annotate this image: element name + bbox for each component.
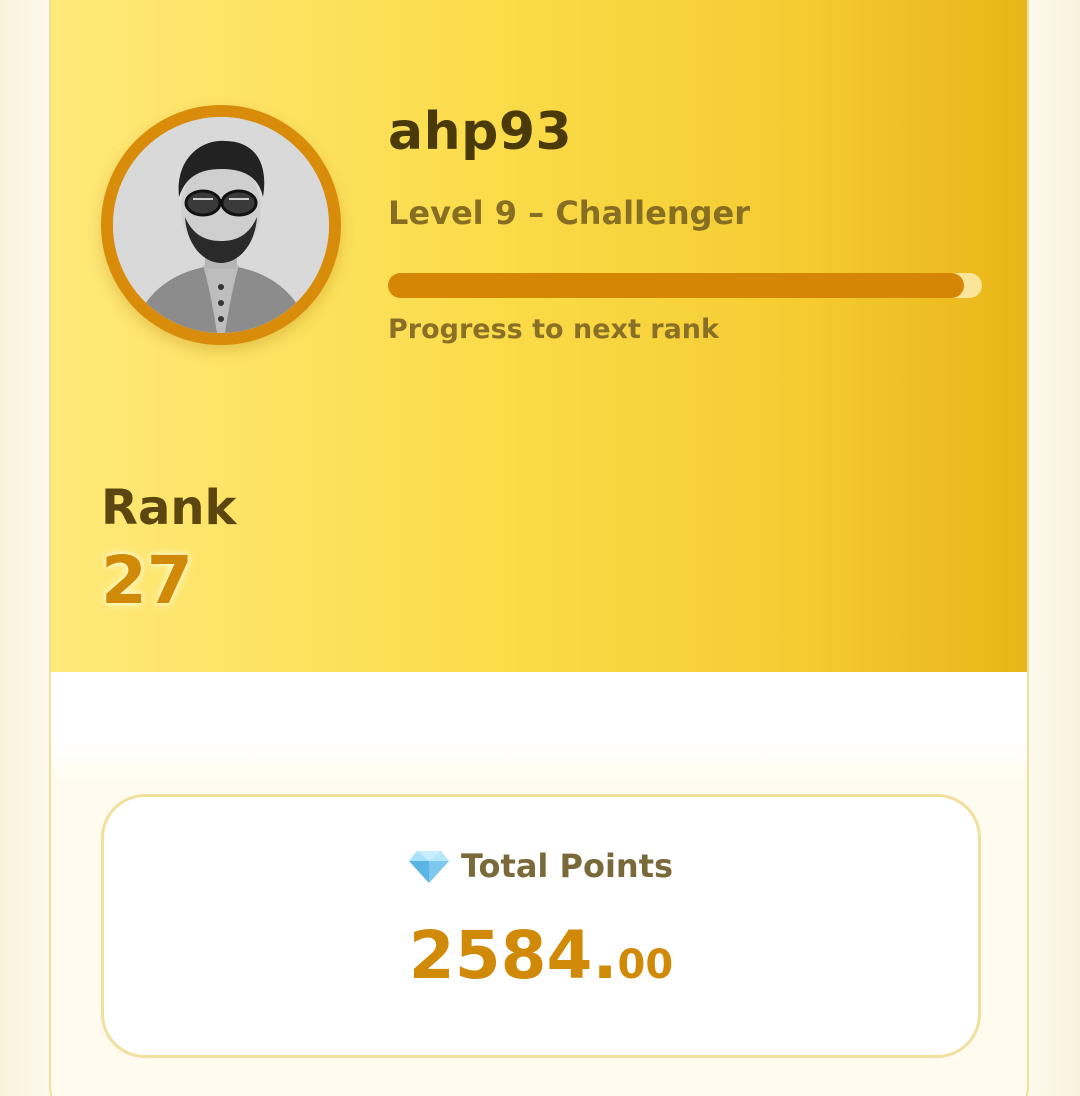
points-title-row: Total Points [104,847,978,885]
page: ahp93 Level 9 – Challenger Progress to n… [0,0,1080,1096]
total-points-card[interactable]: Total Points 2584.00 [101,794,981,1058]
rank-label: Rank [101,480,237,536]
avatar [113,117,329,333]
profile-card: ahp93 Level 9 – Challenger Progress to n… [49,0,1029,1096]
points-title: Total Points [460,847,674,885]
points-decimal: 00 [617,942,674,988]
points-value: 2584.00 [104,917,978,994]
points-integer: 2584. [408,917,618,994]
rank-progress-fill [388,273,965,298]
rank-value: 27 [101,542,193,619]
rank-progress-bar [388,273,982,298]
level-title: Level 9 – Challenger [388,194,750,232]
progress-label: Progress to next rank [388,314,719,345]
gem-icon [408,849,449,883]
profile-header: ahp93 Level 9 – Challenger Progress to n… [51,0,1027,672]
username: ahp93 [388,102,573,162]
avatar-ring[interactable] [101,105,341,345]
user-avatar-icon [113,117,329,333]
